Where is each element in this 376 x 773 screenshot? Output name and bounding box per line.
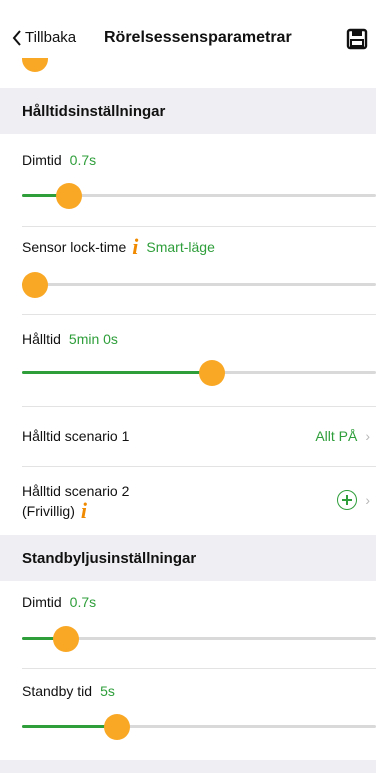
page-title: Rörelsessensparametrar bbox=[104, 29, 292, 46]
standby-time-label-row: Standby tid 5s bbox=[22, 683, 115, 699]
info-icon[interactable]: i bbox=[81, 500, 87, 522]
slider-thumb[interactable] bbox=[22, 272, 48, 298]
back-button[interactable]: Tillbaka bbox=[12, 29, 76, 46]
hold-scenario-1-action[interactable]: Allt PÅ › bbox=[315, 428, 370, 444]
dim-time-value: 0.7s bbox=[69, 152, 97, 168]
hold-scenario-2-action[interactable]: › bbox=[337, 490, 370, 510]
hold-scenario-2-optional: (Frivillig) bbox=[22, 503, 75, 519]
standby-time-value: 5s bbox=[100, 683, 115, 699]
hold-scenario-2-row[interactable]: Hålltid scenario 2 (Frivillig) i bbox=[22, 482, 129, 522]
sensor-lock-label-row: Sensor lock-time i Smart-läge bbox=[22, 236, 215, 258]
divider bbox=[22, 668, 376, 669]
hold-time-slider[interactable] bbox=[22, 359, 376, 387]
hold-time-label-row: Hålltid 5min 0s bbox=[22, 331, 118, 347]
dim-time-label-row: Dimtid 0.7s bbox=[22, 152, 96, 168]
sensor-lock-value: Smart-läge bbox=[146, 239, 215, 255]
dim-time-slider[interactable] bbox=[22, 182, 376, 210]
chevron-left-icon bbox=[12, 29, 21, 46]
slider-thumb[interactable] bbox=[56, 183, 83, 209]
hold-scenario-2-label: Hålltid scenario 2 bbox=[22, 483, 130, 499]
divider bbox=[22, 406, 376, 407]
standby-dim-time-slider[interactable] bbox=[22, 625, 376, 653]
plus-circle-icon[interactable] bbox=[337, 490, 358, 510]
hold-scenario-1-label: Hålltid scenario 1 bbox=[22, 428, 130, 444]
hold-time-label: Hålltid bbox=[22, 331, 61, 347]
divider bbox=[22, 314, 376, 315]
sensor-lock-slider[interactable] bbox=[22, 271, 376, 299]
hold-scenario-1-value: Allt PÅ bbox=[315, 428, 358, 444]
floppy-disk-icon[interactable] bbox=[346, 28, 368, 50]
standby-dim-time-label-row: Dimtid 0.7s bbox=[22, 594, 96, 610]
chevron-right-icon: › bbox=[365, 428, 370, 444]
standby-time-slider[interactable] bbox=[22, 713, 376, 741]
slider-track bbox=[22, 283, 376, 286]
hold-scenario-1-row[interactable]: Hålltid scenario 1 bbox=[22, 428, 129, 444]
navigation-bar: Tillbaka Rörelsessensparametrar bbox=[0, 0, 376, 62]
divider bbox=[22, 466, 376, 467]
section-header-standby: Standbyljusinställningar bbox=[0, 535, 376, 581]
slider-fill bbox=[22, 371, 213, 374]
standby-dim-time-value: 0.7s bbox=[69, 594, 97, 610]
sensor-lock-label: Sensor lock-time bbox=[22, 239, 127, 255]
back-label: Tillbaka bbox=[25, 29, 77, 46]
slider-fill bbox=[22, 725, 117, 728]
slider-thumb[interactable] bbox=[199, 360, 226, 386]
hold-time-value: 5min 0s bbox=[68, 331, 118, 347]
info-icon[interactable]: i bbox=[132, 236, 138, 258]
slider-thumb[interactable] bbox=[52, 626, 79, 652]
standby-dim-time-label: Dimtid bbox=[22, 594, 62, 610]
dim-time-label: Dimtid bbox=[22, 152, 62, 168]
standby-time-label: Standby tid bbox=[22, 683, 93, 699]
slider-thumb[interactable] bbox=[103, 714, 130, 740]
chevron-right-icon: › bbox=[365, 492, 370, 508]
divider bbox=[22, 226, 376, 227]
section-header-partial bbox=[0, 760, 376, 773]
section-header-hold: Hålltidsinställningar bbox=[0, 88, 376, 134]
slider-thumb-partial[interactable] bbox=[22, 58, 48, 72]
